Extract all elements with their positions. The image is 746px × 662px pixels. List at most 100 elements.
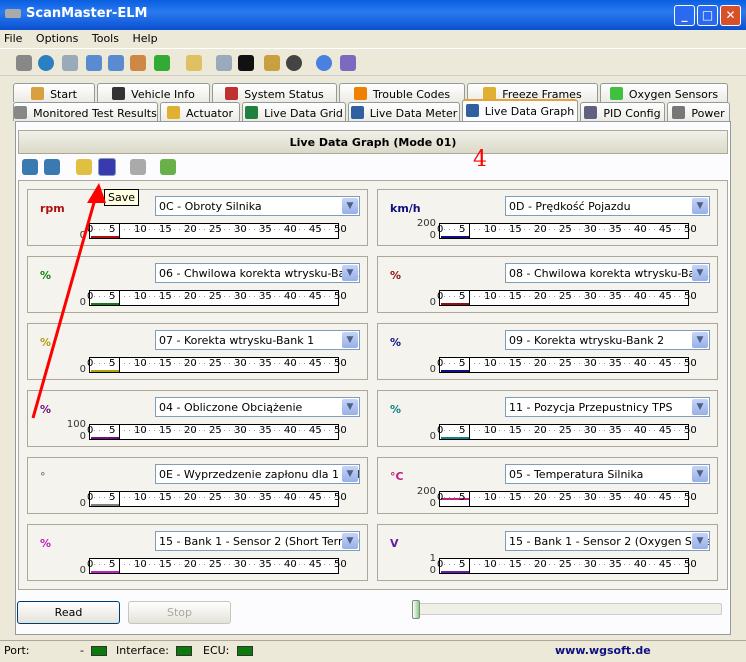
vehicle-info-icon[interactable] [62,55,78,71]
meter-icon[interactable] [130,55,146,71]
pid-select[interactable]: 06 - Chwilowa korekta wtrysku-Bank 1 ▼ [155,263,360,283]
x-tick-label: 10 [484,559,497,570]
chevron-down-icon[interactable]: ▼ [692,332,708,348]
pid-select[interactable]: 0E - Wyprzedzenie zapłonu dla 1 Cylin ▼ [155,464,360,484]
chevron-down-icon[interactable]: ▼ [692,466,708,482]
x-tick-label: 15 [509,358,522,369]
graph-panel: km/h 0D - Prędkość Pojazdu ▼ 200 0 0 5 10 15 20 25… [377,189,718,246]
exit-icon[interactable] [340,55,356,71]
port-value: - [80,644,84,657]
grid-icon[interactable] [86,55,102,71]
power-icon [672,106,686,119]
x-tick-label: 45 [309,425,322,436]
read-button[interactable]: Read [17,601,120,624]
globe-icon[interactable] [38,55,54,71]
x-tick-label: 30 [584,358,597,369]
chevron-down-icon[interactable]: ▼ [342,198,358,214]
x-tick-label: 45 [659,224,672,235]
x-tick-label: 10 [134,559,147,570]
tab-live-data-graph[interactable]: Live Data Graph [462,99,578,121]
pid-select[interactable]: 15 - Bank 1 - Sensor 2 (Short Term Fu ▼ [155,531,360,551]
tab-vehicle-info[interactable]: Vehicle Info [97,83,210,102]
user-icon[interactable] [154,55,170,71]
unit-label: % [40,336,52,349]
chevron-down-icon[interactable]: ▼ [692,399,708,415]
maximize-button[interactable]: □ [697,5,718,26]
graph-panel: % 07 - Korekta wtrysku-Bank 1 ▼ 0 0 5 10 15 20 25… [27,323,368,380]
pid-select[interactable]: 15 - Bank 1 - Sensor 2 (Oxygen Senso ▼ [505,531,710,551]
print-icon[interactable] [130,159,146,175]
chevron-down-icon[interactable]: ▼ [342,265,358,281]
interface-label: Interface: [116,644,169,657]
battery-icon[interactable] [264,55,280,71]
pid-select[interactable]: 09 - Korekta wtrysku-Bank 2 ▼ [505,330,710,350]
menu-file[interactable]: File [4,32,22,45]
website-link[interactable]: www.wgsoft.de [555,644,651,657]
graph-panel: °C 05 - Temperatura Silnika ▼ 200 0 0 5 10 15 20 2… [377,457,718,514]
tab-live-data-meter[interactable]: Live Data Meter [348,102,460,121]
menu-tools[interactable]: Tools [92,32,119,45]
menu-help[interactable]: Help [132,32,157,45]
tab-power[interactable]: Power [667,102,730,121]
monitor-icon[interactable] [216,55,232,71]
x-tick-label: 50 [684,492,697,503]
x-tick-label: 30 [584,559,597,570]
tab-monitored-test-results[interactable]: Monitored Test Results [13,102,158,121]
unit-label: % [390,269,402,282]
chevron-down-icon[interactable]: ▼ [342,466,358,482]
terminal-icon[interactable] [238,55,254,71]
graph-toolbar [18,155,728,179]
connect-icon[interactable] [16,55,32,71]
tab-start[interactable]: Start [13,83,95,102]
tab-trouble-codes[interactable]: Trouble Codes [339,83,465,102]
tab-label: System Status [244,88,324,101]
info-icon[interactable] [316,55,332,71]
x-tick-label: 5 [459,492,466,503]
tab-label: Vehicle Info [131,88,195,101]
time-slider[interactable] [412,600,722,619]
stop-button[interactable]: Stop [128,601,231,624]
save-icon[interactable] [98,158,116,176]
x-tick-label: 20 [184,224,197,235]
tab-live-data-grid[interactable]: Live Data Grid [242,102,346,121]
x-tick-label: 30 [234,291,247,302]
x-tick-label: 45 [309,291,322,302]
chevron-down-icon[interactable]: ▼ [692,533,708,549]
slider-thumb[interactable] [412,600,420,619]
chevron-down-icon[interactable]: ▼ [342,332,358,348]
tab-actuator[interactable]: Actuator [160,102,240,121]
tab-label: Live Data Meter [369,107,458,120]
x-tick-label: 5 [459,425,466,436]
clipboard-icon[interactable] [186,55,202,71]
tab-label: Live Data Graph [484,105,575,118]
chevron-down-icon[interactable]: ▼ [692,265,708,281]
open-icon[interactable] [76,159,92,175]
chevron-down-icon[interactable]: ▼ [342,533,358,549]
pid-select[interactable]: 0C - Obroty Silnika ▼ [155,196,360,216]
tab-system-status[interactable]: System Status [212,83,337,102]
tab-pid-config[interactable]: PID Config [580,102,665,121]
menu-options[interactable]: Options [36,32,78,45]
chevron-down-icon[interactable]: ▼ [692,198,708,214]
minimize-button[interactable]: _ [674,5,695,26]
x-tick-label: 50 [334,224,347,235]
pid-select[interactable]: 04 - Obliczone Obciążenie ▼ [155,397,360,417]
x-tick-label: 30 [234,559,247,570]
x-tick-label: 45 [309,358,322,369]
tab-label: PID Config [603,107,661,120]
tab-oxygen-sensors[interactable]: Oxygen Sensors [600,83,728,102]
x-tick-label: 25 [209,559,222,570]
pid-select[interactable]: 05 - Temperatura Silnika ▼ [505,464,710,484]
pid-select[interactable]: 0D - Prędkość Pojazdu ▼ [505,196,710,216]
pid-select[interactable]: 08 - Chwilowa korekta wtrysku-Bank 2 ▼ [505,263,710,283]
graph-panel: V 15 - Bank 1 - Sensor 2 (Oxygen Senso ▼ 1 0… [377,524,718,581]
graph-icon[interactable] [108,55,124,71]
pid-select[interactable]: 11 - Pozycja Przepustnicy TPS ▼ [505,397,710,417]
remove-graph-icon[interactable] [44,159,60,175]
export-icon[interactable] [160,159,176,175]
chevron-down-icon[interactable]: ▼ [342,399,358,415]
add-graph-icon[interactable] [22,159,38,175]
gauge-icon[interactable] [286,55,302,71]
close-button[interactable]: ✕ [720,5,741,26]
pid-select[interactable]: 07 - Korekta wtrysku-Bank 1 ▼ [155,330,360,350]
